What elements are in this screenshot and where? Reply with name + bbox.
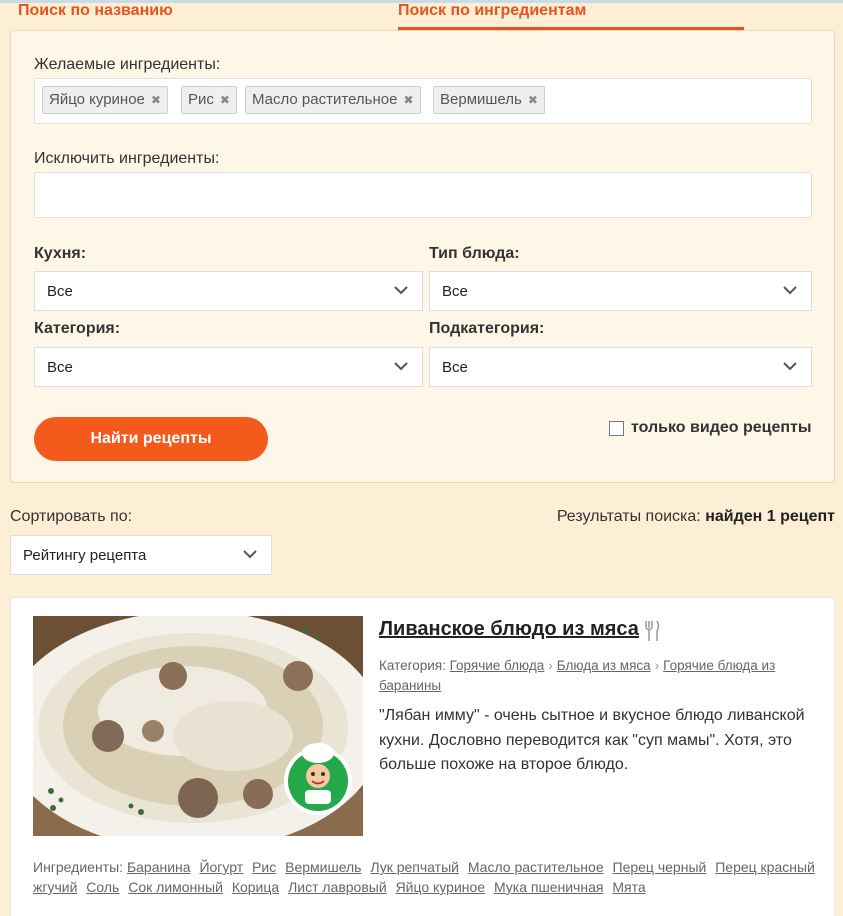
tab-search-by-ingredients[interactable]: Поиск по ингредиентам: [398, 0, 744, 30]
ingredient-link[interactable]: Корица: [232, 879, 279, 895]
ingredient-link[interactable]: Мята: [612, 879, 645, 895]
ingredient-link[interactable]: Перец черный: [613, 859, 707, 875]
sort-label: Сортировать по:: [10, 508, 133, 525]
ingredient-link[interactable]: Лук репчатый: [370, 859, 459, 875]
ingredient-link[interactable]: Сок лимонный: [128, 879, 223, 895]
ingredient-link[interactable]: Масло растительное: [468, 859, 604, 875]
ingredient-link[interactable]: Баранина: [127, 859, 191, 875]
breadcrumb-separator: ›: [548, 658, 553, 673]
chevron-down-icon: [394, 286, 408, 295]
ingredient-link[interactable]: Йогурт: [199, 859, 243, 875]
breadcrumb-separator: ›: [654, 658, 660, 673]
chevron-down-icon: [243, 550, 257, 559]
ingredient-link[interactable]: Мука пшеничная: [494, 879, 603, 895]
category-value: Все: [47, 359, 73, 376]
ingredient-link[interactable]: Яйцо куриное: [396, 879, 486, 895]
results-count: найден 1 рецепт: [705, 508, 835, 525]
tag-label: Вермишель: [440, 91, 522, 108]
tag-label: Рис: [188, 91, 214, 108]
category-select[interactable]: Все: [34, 347, 423, 387]
recipe-card: Ливанское блюдо из мяса Категория: Горяч…: [10, 597, 835, 916]
remove-tag-icon[interactable]: ✖: [151, 93, 161, 107]
category-prefix: Категория:: [379, 658, 446, 673]
tag-label: Масло растительное: [252, 91, 398, 108]
dish-type-value: Все: [442, 283, 468, 300]
ingredient-link[interactable]: Лист лавровый: [288, 879, 387, 895]
video-only-label[interactable]: только видео рецепты: [631, 419, 812, 437]
ingredients-label: Ингредиенты:: [33, 859, 124, 875]
category-link[interactable]: Горячие блюда: [450, 658, 545, 673]
fork-knife-icon: [645, 620, 660, 641]
search-panel: Желаемые ингредиенты: Яйцо куриное ✖ Рис ✖…: [10, 30, 835, 483]
video-only-checkbox[interactable]: [609, 421, 624, 436]
ingredient-tag: Вермишель ✖: [433, 86, 545, 114]
sort-value: Рейтингу рецепта: [23, 547, 147, 564]
cuisine-label: Кухня:: [34, 245, 87, 262]
recipe-categories: Категория: Горячие блюда › Блюда из мяса › Г…: [379, 656, 809, 696]
remove-tag-icon[interactable]: ✖: [528, 93, 538, 107]
wanted-ingredients-label: Желаемые ингредиенты:: [34, 56, 221, 73]
recipe-ingredients: Ингредиенты: Баранина Йогурт Рис Вермише…: [33, 857, 823, 897]
exclude-ingredients-label: Исключить ингредиенты:: [34, 150, 220, 167]
category-label: Категория:: [34, 320, 121, 337]
recipe-title-link[interactable]: Ливанское блюдо из мяса: [379, 618, 639, 641]
chevron-down-icon: [783, 362, 797, 371]
dish-type-select[interactable]: Все: [429, 271, 812, 311]
ingredient-link[interactable]: Рис: [252, 859, 276, 875]
subcategory-value: Все: [442, 359, 468, 376]
ingredient-link[interactable]: Соль: [86, 879, 119, 895]
subcategory-label: Подкатегория:: [429, 320, 545, 337]
chevron-down-icon: [394, 362, 408, 371]
category-link[interactable]: Блюда из мяса: [557, 658, 651, 673]
ingredient-tag: Рис ✖: [181, 86, 237, 114]
results-summary: Результаты поиска: найден 1 рецепт: [557, 508, 835, 526]
find-recipes-button[interactable]: Найти рецепты: [34, 417, 268, 461]
cuisine-value: Все: [47, 283, 73, 300]
recipe-photo[interactable]: [33, 616, 363, 836]
tag-label: Яйцо куриное: [49, 91, 145, 108]
cuisine-select[interactable]: Все: [34, 271, 423, 311]
recipe-image: [33, 616, 363, 836]
chevron-down-icon: [783, 286, 797, 295]
exclude-ingredients-field[interactable]: [34, 172, 812, 218]
tab-search-by-name[interactable]: Поиск по названию: [18, 0, 173, 30]
results-prefix: Результаты поиска:: [556, 508, 701, 525]
ingredient-tag: Масло растительное ✖: [245, 86, 421, 114]
recipe-description: "Лябан имму" - очень сытное и вкусное бл…: [379, 707, 805, 773]
dish-type-label: Тип блюда:: [429, 245, 520, 262]
remove-tag-icon[interactable]: ✖: [403, 93, 413, 107]
wanted-ingredients-field[interactable]: Яйцо куриное ✖ Рис ✖ Масло растительное ✖ В…: [34, 78, 812, 124]
ingredient-tag: Яйцо куриное ✖: [42, 86, 168, 114]
ingredient-link[interactable]: Вермишель: [285, 859, 361, 875]
subcategory-select[interactable]: Все: [429, 347, 812, 387]
remove-tag-icon[interactable]: ✖: [220, 93, 230, 107]
sort-select[interactable]: Рейтингу рецепта: [10, 535, 272, 575]
